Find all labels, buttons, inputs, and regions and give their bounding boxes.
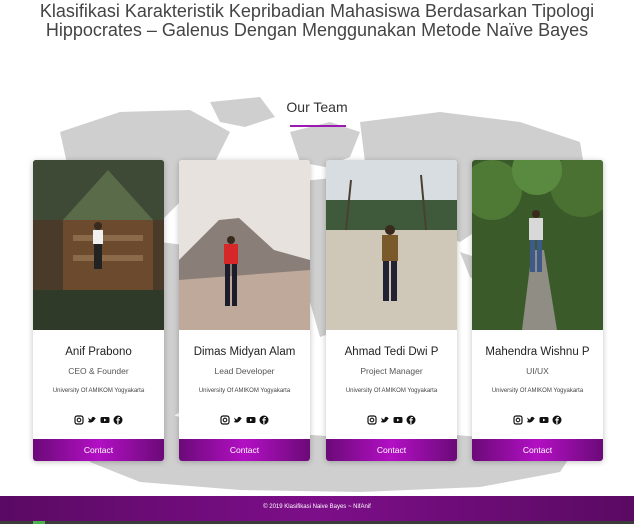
member-school: University Of AMIKOM Yogyakarta	[491, 388, 584, 394]
member-photo	[472, 160, 603, 330]
member-name: Anif Prabono	[65, 346, 132, 358]
member-school: University Of AMIKOM Yogyakarta	[345, 388, 438, 394]
social-links	[472, 412, 603, 425]
instagram-icon[interactable]	[513, 412, 523, 425]
member-role: Project Manager	[360, 366, 423, 376]
member-role: UI/UX	[526, 366, 549, 376]
youtube-icon[interactable]	[393, 412, 403, 423]
member-name: Mahendra Wishnu P	[485, 346, 590, 358]
facebook-icon[interactable]	[406, 412, 416, 425]
footer: © 2019 Klasifikasi Naive Bayes ~ NifAnif	[0, 496, 634, 524]
social-links	[179, 412, 310, 425]
team-card: Anif Prabono CEO & Founder University Of…	[33, 160, 164, 461]
twitter-icon[interactable]	[233, 412, 243, 423]
youtube-icon[interactable]	[100, 412, 110, 423]
member-role: Lead Developer	[214, 366, 275, 376]
page-title: Klasifikasi Karakteristik Kepribadian Ma…	[0, 2, 634, 40]
member-name: Dimas Midyan Alam	[193, 346, 296, 358]
team-card: Dimas Midyan Alam Lead Developer Univers…	[179, 160, 310, 461]
section-heading: Our Team	[286, 99, 348, 115]
instagram-icon[interactable]	[74, 412, 84, 425]
instagram-icon[interactable]	[367, 412, 377, 425]
member-name: Ahmad Tedi Dwi P	[344, 346, 439, 358]
facebook-icon[interactable]	[113, 412, 123, 425]
page-title-line-1: Klasifikasi Karakteristik Kepribadian Ma…	[39, 1, 595, 21]
facebook-icon[interactable]	[259, 412, 269, 425]
page-title-line-2: Hippocrates – Galenus Dengan Menggunakan…	[45, 20, 589, 40]
team-card: Ahmad Tedi Dwi P Project Manager Univers…	[326, 160, 457, 461]
twitter-icon[interactable]	[87, 412, 97, 423]
member-photo	[179, 160, 310, 330]
team-card: Mahendra Wishnu P UI/UX University Of AM…	[472, 160, 603, 461]
contact-button[interactable]: Contact	[326, 439, 457, 461]
member-photo	[33, 160, 164, 330]
member-role: CEO & Founder	[68, 366, 129, 376]
contact-button[interactable]: Contact	[33, 439, 164, 461]
youtube-icon[interactable]	[246, 412, 256, 423]
social-links	[326, 412, 457, 425]
member-school: University Of AMIKOM Yogyakarta	[52, 388, 145, 394]
twitter-icon[interactable]	[526, 412, 536, 423]
youtube-icon[interactable]	[539, 412, 549, 423]
instagram-icon[interactable]	[220, 412, 230, 425]
footer-copyright: © 2019 Klasifikasi Naive Bayes ~ NifAnif	[263, 504, 371, 510]
contact-button[interactable]: Contact	[472, 439, 603, 461]
facebook-icon[interactable]	[552, 412, 562, 425]
member-photo	[326, 160, 457, 330]
member-school: University Of AMIKOM Yogyakarta	[198, 388, 291, 394]
section-heading-underline	[290, 125, 346, 127]
twitter-icon[interactable]	[380, 412, 390, 423]
contact-button[interactable]: Contact	[179, 439, 310, 461]
social-links	[33, 412, 164, 425]
